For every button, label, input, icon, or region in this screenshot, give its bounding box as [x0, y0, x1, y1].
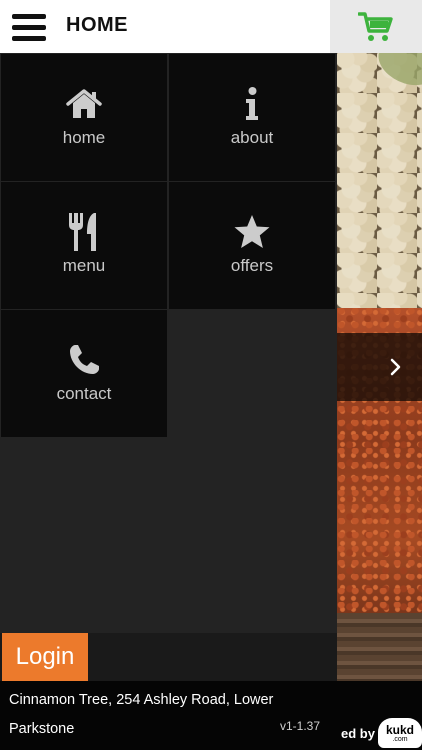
menu-item-label: contact [56, 384, 112, 403]
menu-item-menu[interactable]: menu [1, 182, 167, 309]
info-icon [246, 87, 258, 120]
app-version: v1-1.37 [280, 719, 321, 733]
menu-item-home[interactable]: home [1, 54, 167, 181]
cart-button[interactable] [330, 0, 422, 53]
slider-next-button[interactable] [337, 333, 422, 401]
hamburger-icon[interactable] [12, 14, 46, 42]
phone-icon [70, 345, 99, 374]
kukd-logo-text: kukd [385, 722, 414, 737]
chevron-right-icon [390, 358, 401, 376]
menu-item-label: about [230, 128, 274, 147]
fork-knife-icon [69, 213, 96, 251]
house-icon [66, 89, 102, 118]
page-title: HOME [66, 14, 128, 36]
top-bar: HOME [0, 0, 422, 53]
restaurant-address: Cinnamon Tree, 254 Ashley Road, Lower Pa… [9, 692, 274, 737]
powered-by[interactable]: ed by kukd .com [337, 716, 422, 750]
menu-item-label: menu [62, 256, 106, 275]
menu-item-label: home [62, 128, 106, 147]
kukd-logo-domain: .com [392, 735, 408, 743]
login-button[interactable]: Login [2, 633, 88, 681]
kukd-logo: kukd .com [377, 718, 422, 748]
menu-item-contact[interactable]: contact [1, 310, 167, 437]
menu-item-label: offers [230, 256, 274, 275]
powered-by-label: ed by [341, 725, 375, 741]
menu-item-offers[interactable]: offers [169, 182, 335, 309]
star-icon [234, 215, 270, 248]
cart-icon [358, 11, 393, 41]
menu-item-about[interactable]: about [169, 54, 335, 181]
